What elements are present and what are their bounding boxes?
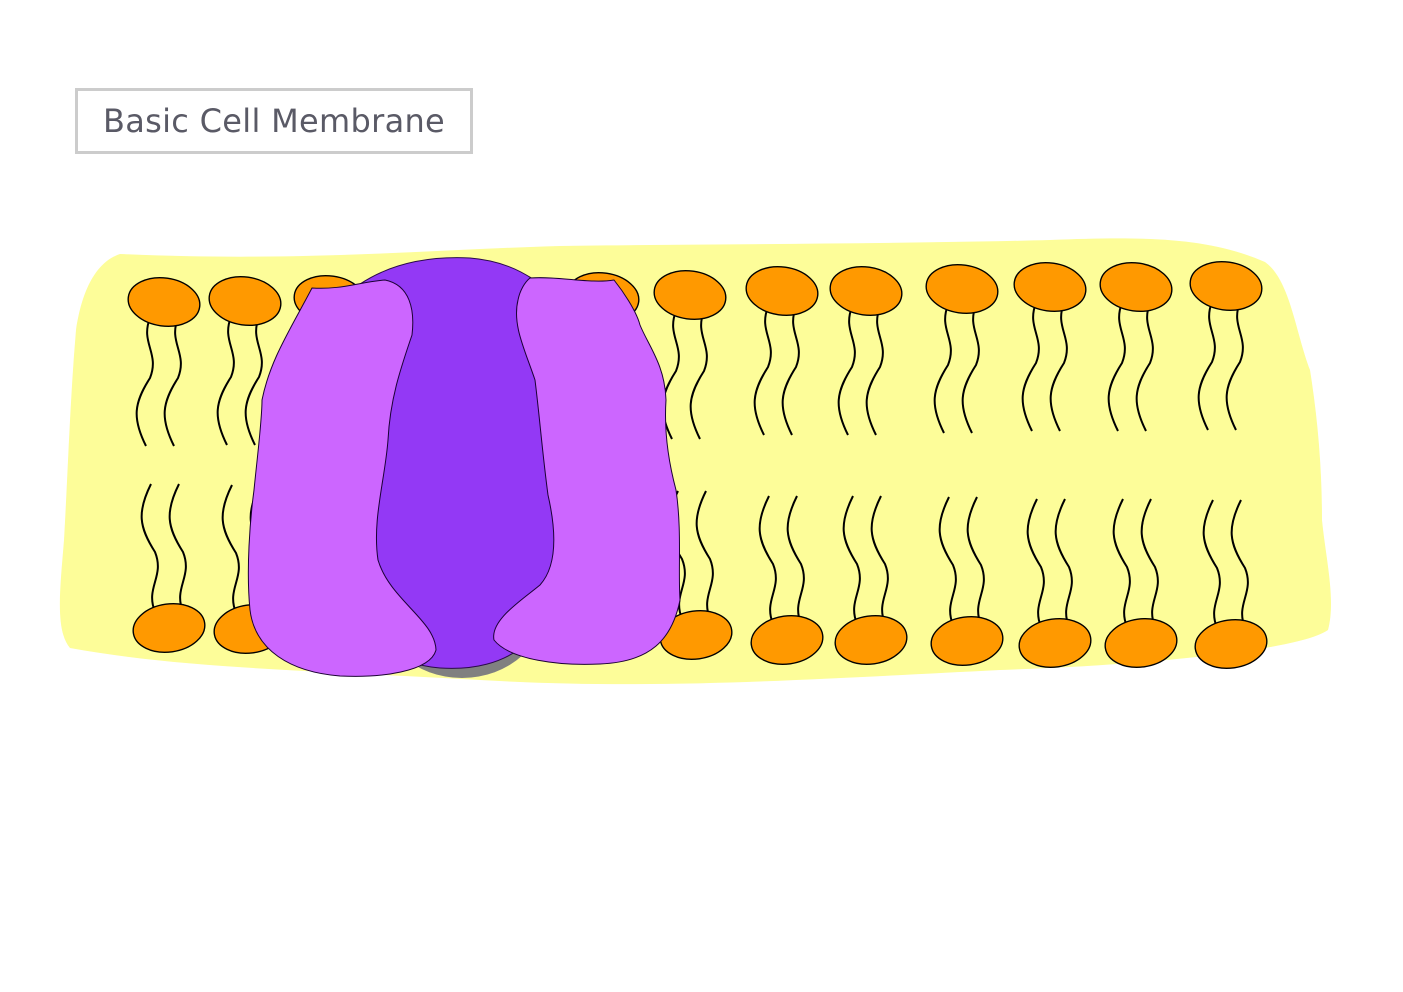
protein-channel-icon xyxy=(247,257,681,678)
title-box: Basic Cell Membrane xyxy=(75,88,473,154)
page-title: Basic Cell Membrane xyxy=(102,102,446,140)
diagram-canvas: Basic Cell Membrane xyxy=(0,0,1403,992)
